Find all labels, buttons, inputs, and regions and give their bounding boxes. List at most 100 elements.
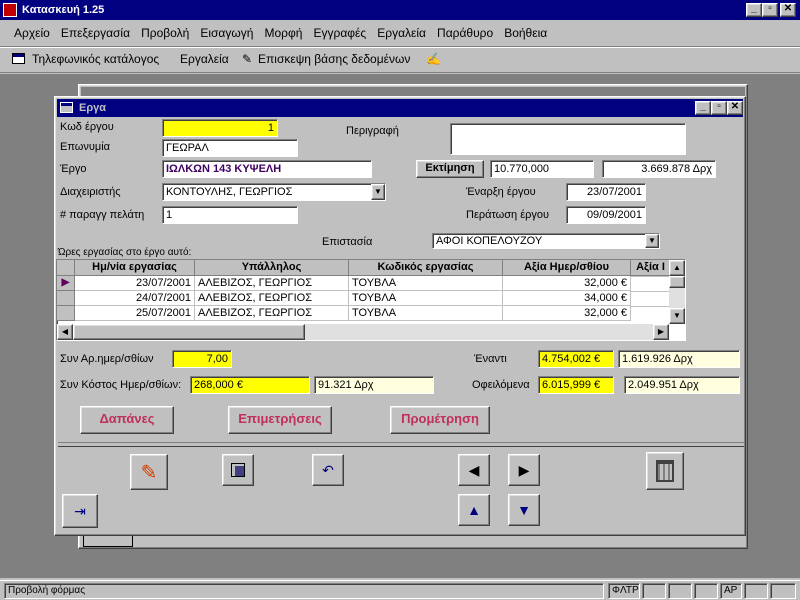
menu-insert[interactable]: Εισαγωγή — [200, 26, 253, 40]
label-ores: Ώρες εργασίας στο έργο αυτό: — [58, 247, 192, 258]
scroll-down-icon[interactable]: ▼ — [669, 308, 685, 324]
note-icon: ✍ — [426, 52, 441, 66]
previous-record-button[interactable]: ◀ — [458, 454, 490, 486]
dropdown-arrow-icon[interactable]: ▼ — [645, 234, 659, 248]
paragg-field[interactable]: 1 — [162, 206, 298, 224]
scroll-thumb[interactable] — [73, 324, 305, 340]
tools-edit-button[interactable]: ✎ — [130, 454, 168, 490]
epistasia-combo[interactable]: ΑΦΟΙ ΚΟΠΕΛΟΥΖΟΥ ▼ — [432, 233, 660, 249]
next-record-button[interactable]: ▶ — [508, 454, 540, 486]
last-record-button[interactable]: ▼ — [508, 494, 540, 526]
row-selector[interactable] — [57, 291, 75, 306]
toolbar-tools[interactable]: Εργαλεία — [180, 52, 229, 66]
grid-vertical-scrollbar[interactable]: ▲ ▼ — [669, 260, 685, 324]
delete-record-button[interactable] — [646, 452, 684, 490]
table-row-work-code[interactable]: ΤΟΥΒΛΑ — [349, 306, 503, 321]
exit-form-button[interactable]: ⇥ — [62, 494, 98, 528]
menu-file[interactable]: Αρχείο — [14, 26, 50, 40]
table-row-work-code[interactable]: ΤΟΥΒΛΑ — [349, 291, 503, 306]
peratosi-field[interactable]: 09/09/2001 — [566, 206, 646, 224]
row-selector[interactable] — [57, 306, 75, 321]
divider — [58, 442, 744, 443]
table-row-employee[interactable]: ΑΛΕΒΙΖΟΣ, ΓΕΩΡΓΙΟΣ — [195, 306, 349, 321]
scroll-right-icon[interactable]: ▶ — [653, 324, 669, 340]
status-cell — [668, 583, 692, 599]
label-enanti: Έναντι — [474, 353, 507, 365]
grid-horizontal-scrollbar[interactable]: ◀ ▶ — [57, 324, 669, 340]
row-selector-current[interactable]: ▶ — [57, 276, 75, 291]
label-kod-ergou: Κωδ έργου — [60, 121, 114, 133]
enanti-eur-field[interactable]: 4.754,002 € — [538, 350, 614, 368]
grid-row-selector-header — [57, 260, 75, 276]
menu-view[interactable]: Προβολή — [141, 26, 189, 40]
menu-help[interactable]: Βοήθεια — [504, 26, 547, 40]
cost-eur-field[interactable]: 268,000 € — [190, 376, 310, 394]
ofeil-drx-field[interactable]: 2.049.951 Δρχ — [624, 376, 740, 394]
enarxi-field[interactable]: 23/07/2001 — [566, 183, 646, 201]
scroll-up-icon[interactable]: ▲ — [669, 260, 685, 276]
form-close-button[interactable]: ✕ — [727, 101, 743, 115]
toolbar-phonebook[interactable]: Τηλεφωνικός κατάλογος — [32, 52, 159, 66]
app-close-button[interactable]: ✕ — [780, 3, 796, 17]
work-hours-grid: Ημ/νία εργασίας Υπάλληλος Κωδικός εργασί… — [56, 259, 686, 341]
menu-records[interactable]: Εγγραφές — [313, 26, 366, 40]
grid-col-value-extra[interactable]: Αξία Ι — [631, 260, 671, 276]
app-maximize-button[interactable]: ▫ — [762, 3, 778, 17]
ergo-field[interactable]: ΙΩΛΚΩΝ 143 ΚΥΨΕΛΗ — [162, 160, 372, 178]
table-row-employee[interactable]: ΑΛΕΒΙΖΟΣ, ΓΕΩΡΓΙΟΣ — [195, 276, 349, 291]
table-row-extra[interactable] — [631, 276, 671, 277]
table-row-work-code[interactable]: ΤΟΥΒΛΑ — [349, 276, 503, 291]
form-maximize-button[interactable]: ▫ — [711, 101, 727, 115]
menu-format[interactable]: Μορφή — [264, 26, 302, 40]
perigrafi-field[interactable] — [450, 123, 686, 155]
menu-window[interactable]: Παράθυρο — [437, 26, 493, 40]
exit-door-icon: ⇥ — [74, 502, 86, 519]
kod-ergou-field[interactable]: 1 — [162, 119, 278, 137]
label-perigrafi: Περιγραφή — [346, 125, 399, 137]
epistasia-value: ΑΦΟΙ ΚΟΠΕΛΟΥΖΟΥ — [436, 235, 543, 247]
ektimisi-label: Εκτίμηση — [425, 162, 475, 174]
app-minimize-button[interactable]: _ — [746, 3, 762, 17]
toolbar-db-visit[interactable]: Επισκεψη βάσης δεδομένων — [258, 52, 410, 66]
prometrisi-button[interactable]: Προμέτρηση — [390, 406, 490, 434]
form-title-bar: Εργα _ ▫ ✕ — [57, 99, 743, 117]
table-row-daily-value[interactable]: 34,000 € — [503, 291, 631, 306]
table-row-daily-value[interactable]: 32,000 € — [503, 306, 631, 321]
form-minimize-button[interactable]: _ — [695, 101, 711, 115]
epimetriseis-button[interactable]: Επιμετρήσεις — [228, 406, 332, 434]
enanti-drx-field[interactable]: 1.619.926 Δρχ — [618, 350, 740, 368]
table-row-daily-value[interactable]: 32,000 € — [503, 276, 631, 291]
ektimisi-button[interactable]: Εκτίμηση — [416, 160, 484, 178]
grid-col-date[interactable]: Ημ/νία εργασίας — [75, 260, 195, 276]
table-row-extra[interactable] — [631, 291, 671, 292]
dropdown-arrow-icon[interactable]: ▼ — [371, 184, 385, 200]
table-row-employee[interactable]: ΑΛΕΒΙΖΟΣ, ΓΕΩΡΓΙΟΣ — [195, 291, 349, 306]
dapanes-button[interactable]: Δαπάνες — [80, 406, 174, 434]
undo-button[interactable]: ↶ — [312, 454, 344, 486]
eponymia-field[interactable]: ΓΕΩΡΑΛ — [162, 139, 298, 157]
ektimisi-eur-field[interactable]: 10.770,000 — [490, 160, 594, 178]
status-cell — [770, 583, 796, 599]
first-record-button[interactable]: ▲ — [458, 494, 490, 526]
grid-col-work-code[interactable]: Κωδικός εργασίας — [349, 260, 503, 276]
table-row-date[interactable]: 25/07/2001 — [75, 306, 195, 321]
label-diaxeiristis: Διαχειριστής — [60, 186, 121, 198]
label-days: Συν Αρ.ημερ/σθίων — [60, 353, 154, 365]
table-row-date[interactable]: 24/07/2001 — [75, 291, 195, 306]
table-row-extra[interactable] — [631, 306, 671, 307]
app-title-bar: Κατασκευή 1.25 _ ▫ ✕ — [0, 0, 800, 20]
days-total-field[interactable]: 7,00 — [172, 350, 232, 368]
ofeil-eur-field[interactable]: 6.015,999 € — [538, 376, 614, 394]
menu-tools[interactable]: Εργαλεία — [377, 26, 426, 40]
diaxeiristis-combo[interactable]: ΚΟΝΤΟΥΛΗΣ, ΓΕΩΡΓΙΟΣ ▼ — [162, 183, 386, 201]
menu-edit[interactable]: Επεξεργασία — [61, 26, 130, 40]
cost-drx-field[interactable]: 91.321 Δρχ — [314, 376, 434, 394]
scroll-thumb[interactable] — [669, 276, 685, 288]
grid-col-daily-value[interactable]: Αξία Ημερ/σθίου — [503, 260, 631, 276]
table-row-date[interactable]: 23/07/2001 — [75, 276, 195, 291]
scroll-left-icon[interactable]: ◀ — [57, 324, 73, 340]
grid-col-employee[interactable]: Υπάλληλος — [195, 260, 349, 276]
save-record-button[interactable] — [222, 454, 254, 486]
ektimisi-drx-field[interactable]: 3.669.878 Δρχ — [602, 160, 716, 178]
status-filter: ΦΛΤΡ — [608, 583, 640, 599]
